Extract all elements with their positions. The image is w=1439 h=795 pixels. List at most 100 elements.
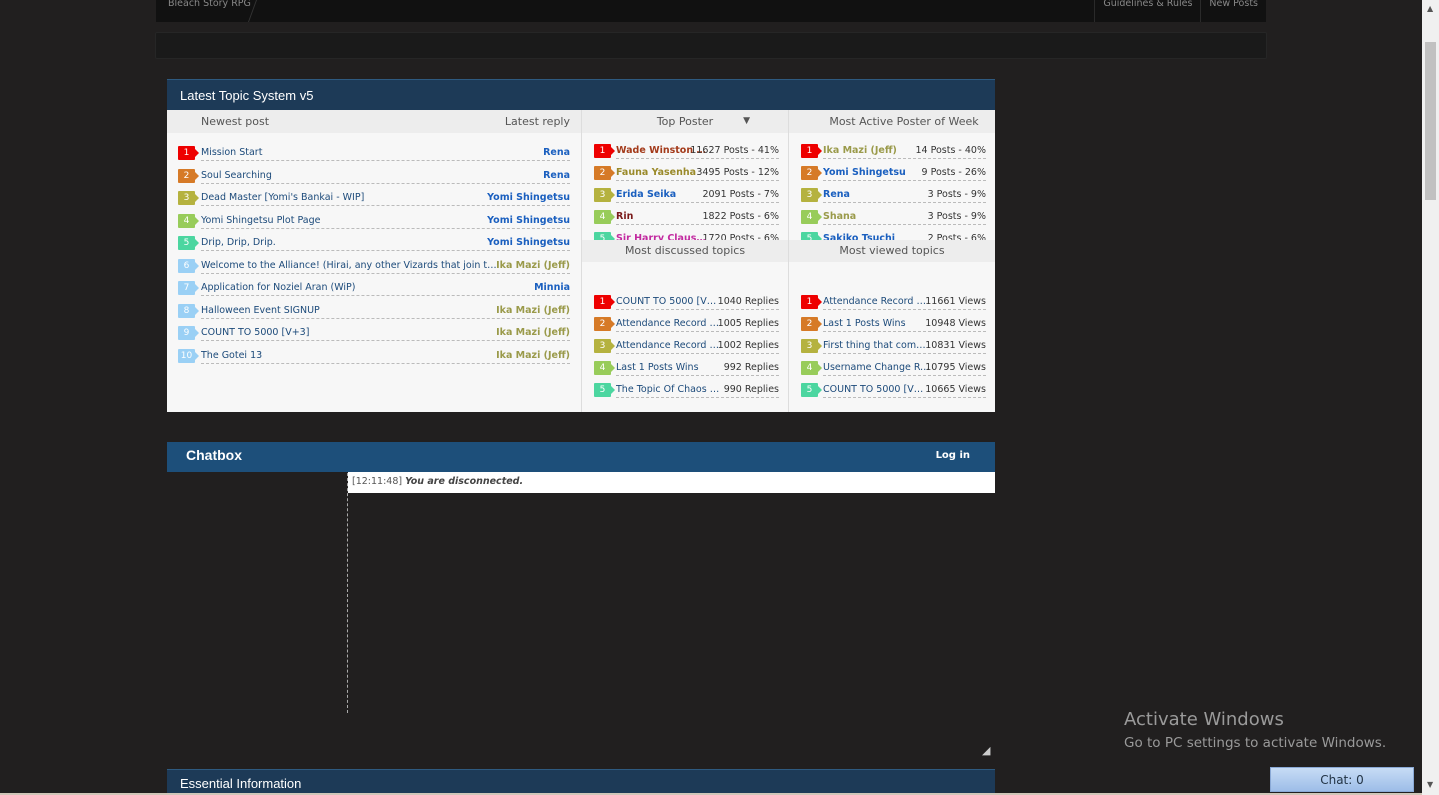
list-item: 3Attendance Record Boo...1002 Replies: [582, 336, 789, 356]
row-divider: [201, 362, 570, 364]
chat-user-list-divider: [347, 473, 348, 713]
latest-topic-title: Latest Topic System v5: [167, 79, 995, 110]
list-item: 5 COUNT TO 5000 [V+1] 10665 Views: [789, 380, 996, 400]
resize-grip-icon[interactable]: ◢: [982, 744, 994, 757]
row-divider: [201, 317, 570, 319]
row-divider: [823, 331, 986, 332]
weekly-poster-header: Most Active Poster of Week: [789, 110, 995, 133]
row-divider: [616, 180, 779, 181]
list-item: 5 Drip, Drip, Drip. Yomi Shingetsu: [167, 233, 581, 253]
dropdown-arrow-icon[interactable]: ▼: [743, 110, 750, 133]
rank-badge: 2: [801, 166, 822, 180]
chatbox-login-link[interactable]: Log in: [936, 450, 970, 461]
activate-windows-line2: Go to PC settings to activate Windows.: [1124, 735, 1387, 751]
page-scrollbar[interactable]: ▲ ▼: [1422, 0, 1439, 795]
list-item: 10 The Gotei 13 Ika Mazi (Jeff): [167, 346, 581, 366]
rank-badge: 10: [178, 348, 199, 363]
rank-badge: 5: [801, 383, 822, 397]
row-divider: [616, 331, 779, 332]
list-item: 1Attendance Record Boo...11661 Views: [789, 292, 996, 312]
chat-message: [12:11:48] You are disconnected.: [348, 472, 995, 493]
rank-badge: 4: [801, 361, 822, 375]
chatbox-title: Chatbox: [186, 447, 242, 463]
rank-badge: 3: [178, 191, 199, 205]
top-poster-label: Top Poster: [656, 115, 714, 128]
chat-button[interactable]: Chat: 0: [1270, 767, 1414, 792]
rank-badge: 5: [594, 383, 615, 397]
latest-reply-label: Latest reply: [504, 115, 570, 128]
rank-badge: 4: [178, 213, 199, 228]
row-divider: [823, 309, 986, 310]
list-item: 4 Shana 3 Posts - 9%: [789, 207, 996, 227]
list-item: 3 First thing that comes t... 10831 Views: [789, 336, 996, 356]
rank-badge: 5: [178, 236, 199, 250]
list-item: 2 Soul Searching Rena: [167, 166, 581, 186]
chat-message-time: [12:11:48]: [352, 476, 403, 487]
rank-badge: 1: [801, 144, 822, 158]
top-poster-header[interactable]: Top Poster ▼: [582, 110, 788, 133]
row-divider: [616, 158, 779, 159]
list-item: 2 Yomi Shingetsu 9 Posts - 26%: [789, 163, 996, 183]
list-item: 5The Topic Of Chaos And...990 Replies: [582, 380, 789, 400]
rank-badge: 7: [178, 281, 199, 295]
sub-nav-bar: [155, 32, 1267, 59]
rank-badge: 8: [178, 303, 199, 318]
list-item: 2 Last 1 Posts Wins 10948 Views: [789, 314, 996, 334]
rank-badge: 1: [594, 295, 615, 309]
most-viewed-header: Most viewed topics: [789, 240, 995, 262]
row-divider: [201, 160, 570, 161]
rank-badge: 4: [594, 361, 615, 375]
site-breadcrumb[interactable]: Bleach Story RPG: [168, 0, 251, 9]
row-divider: [616, 353, 779, 354]
chatbox-header: Chatbox Log in: [167, 442, 995, 472]
most-discussed-header: Most discussed topics: [582, 240, 788, 262]
rank-badge: 2: [178, 168, 199, 183]
scroll-up-arrow-icon[interactable]: ▲: [1427, 4, 1433, 13]
weekly-poster-label: Most Active Poster of Week: [829, 115, 979, 128]
row-divider: [823, 397, 986, 398]
essential-info-title: Essential Information: [167, 769, 995, 795]
rank-badge: 3: [801, 339, 822, 353]
latest-topic-panel: Latest Topic System v5 Newest post Lates…: [167, 79, 995, 412]
row-divider: [201, 340, 570, 341]
scrollbar-thumb[interactable]: [1425, 42, 1436, 200]
rank-badge: 3: [594, 339, 615, 353]
list-item: 4 Rin 1822 Posts - 6%: [582, 207, 789, 227]
list-item: 4 Yomi Shingetsu Plot Page Yomi Shingetsu: [167, 211, 581, 231]
weekly-poster-column: Most Active Poster of Week 1 Ika Mazi (Je…: [788, 110, 995, 412]
rank-badge: 2: [594, 166, 615, 180]
scroll-down-arrow-icon[interactable]: ▼: [1427, 780, 1433, 789]
newest-post-label: Newest post: [201, 115, 270, 128]
row-divider: [616, 309, 779, 310]
rank-badge: 1: [801, 295, 822, 309]
row-divider: [201, 182, 570, 184]
activate-windows-watermark: Activate Windows Go to PC settings to ac…: [1124, 708, 1386, 754]
activate-windows-line1: Activate Windows: [1124, 709, 1284, 730]
row-divider: [616, 202, 779, 203]
row-divider: [823, 375, 986, 376]
list-item: 6 Welcome to the Alliance! (Hirai, any ot…: [167, 256, 581, 276]
top-nav-bar: Bleach Story RPG Guidelines & Rules New …: [156, 0, 1266, 22]
list-item: 4 Username Change Req... 10795 Views: [789, 358, 996, 378]
row-divider: [823, 158, 986, 159]
row-divider: [823, 180, 986, 181]
rank-badge: 6: [178, 258, 199, 273]
list-item: 1 COUNT TO 5000 [V+3] 1040 Replies: [582, 292, 789, 312]
row-divider: [201, 250, 570, 251]
top-poster-column: Top Poster ▼ 1Wade Winston Cas...11627 P…: [581, 110, 788, 412]
rank-badge: 2: [801, 317, 822, 331]
row-divider: [201, 205, 570, 206]
row-divider: [201, 272, 570, 274]
nav-guidelines-link[interactable]: Guidelines & Rules: [1094, 0, 1200, 22]
row-divider: [823, 224, 986, 225]
row-divider: [616, 397, 779, 398]
newest-posts-header: Newest post Latest reply: [167, 110, 581, 133]
row-divider: [616, 224, 779, 225]
nav-new-posts-link[interactable]: New Posts: [1200, 0, 1266, 22]
list-item: 2Attendance Record Boo...1005 Replies: [582, 314, 789, 334]
row-divider: [823, 202, 986, 203]
list-item: 2 Fauna Yasenha 3495 Posts - 12%: [582, 163, 789, 183]
newest-posts-column: Newest post Latest reply 1 Mission Start R…: [167, 110, 581, 412]
row-divider: [201, 227, 570, 229]
rank-badge: 3: [594, 188, 615, 202]
